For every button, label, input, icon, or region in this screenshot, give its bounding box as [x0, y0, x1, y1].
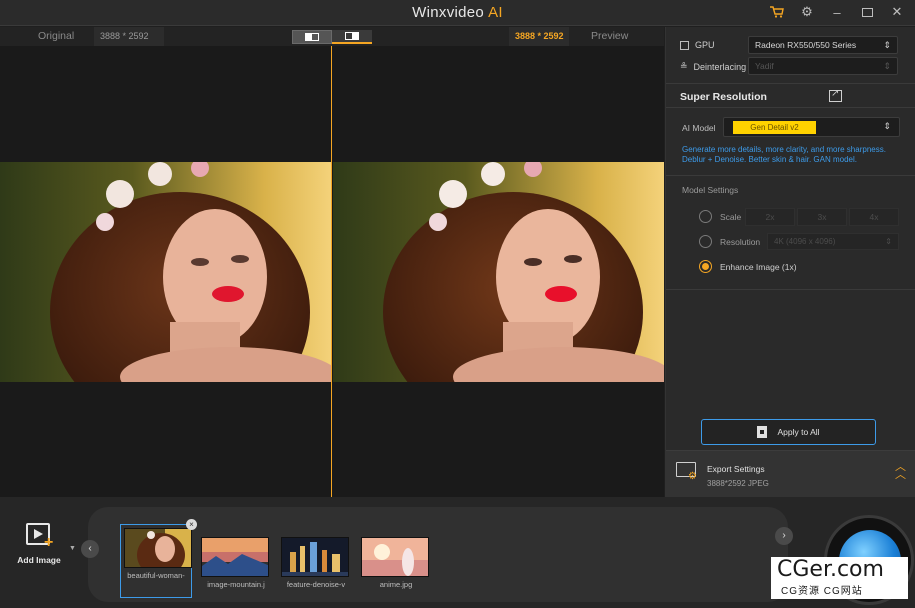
thumbnail-strip: ‹ beautiful-woman- × image-mountain.j fe…: [81, 507, 793, 602]
chevron-double-up-icon[interactable]: ︿ ︿: [895, 462, 906, 481]
title-bar: Winxvideo AI ⚙ – ✕: [0, 0, 915, 26]
app-window: Winxvideo AI ⚙ – ✕ Original 3888 * 2592 3…: [0, 0, 915, 608]
original-image: [0, 162, 331, 382]
enhance-radio[interactable]: [699, 260, 712, 273]
titlebar-controls: ⚙ – ✕: [769, 4, 905, 20]
preview-header: Original 3888 * 2592 3888 * 2592 Preview: [0, 27, 664, 46]
enhance-option[interactable]: Enhance Image (1x): [699, 260, 797, 273]
chevron-left-icon[interactable]: ‹: [81, 540, 99, 558]
scale-option[interactable]: Scale: [699, 210, 741, 223]
compare-divider[interactable]: [331, 46, 332, 497]
maximize-icon[interactable]: [859, 4, 875, 20]
deinterlacing-select-value: Yadif: [755, 61, 774, 71]
output-preview-image: [333, 162, 664, 382]
add-image-icon: + ▼: [23, 521, 76, 552]
thumbnail-image: [281, 537, 349, 577]
divider: [666, 107, 915, 108]
thumbnail-item[interactable]: anime.jpg: [361, 537, 431, 589]
side-by-side-icon: [345, 32, 359, 40]
resolution-option[interactable]: Resolution: [699, 235, 760, 248]
thumbnail-image: [361, 537, 429, 577]
thumbnail-item[interactable]: beautiful-woman- ×: [120, 519, 197, 598]
apply-to-all-button[interactable]: Apply to All: [701, 419, 876, 445]
thumbnail-item[interactable]: feature-denoise-v: [281, 537, 351, 589]
close-icon[interactable]: ✕: [889, 4, 905, 20]
scale-4x-button[interactable]: 4x: [849, 208, 899, 226]
deinterlace-icon: ≗: [680, 61, 688, 71]
export-settings-title: Export Settings: [707, 464, 765, 474]
watermark: CGer.com CG资源 CG网站: [771, 557, 908, 599]
minimize-icon[interactable]: –: [829, 4, 845, 20]
resolution-select-value: 4K (4096 x 4096): [774, 237, 836, 246]
divider: [666, 289, 915, 290]
cart-icon[interactable]: [769, 4, 785, 20]
app-title-text: Winxvideo: [412, 4, 485, 21]
gear-icon[interactable]: ⚙: [799, 4, 815, 20]
side-by-side-button[interactable]: [332, 30, 372, 44]
scale-3x-button[interactable]: 3x: [797, 208, 847, 226]
chevron-updown-icon: ⇕: [885, 237, 892, 246]
output-resolution: 3888 * 2592: [509, 27, 569, 46]
enhance-label: Enhance Image (1x): [720, 261, 797, 272]
ai-model-description: Generate more details, more clarity, and…: [682, 145, 886, 164]
ai-model-value: Gen Detail v2: [733, 121, 816, 134]
watermark-sub: CG资源 CG网站: [781, 586, 863, 597]
export-settings[interactable]: ⚙ Export Settings 3888*2592 JPEG ︿ ︿: [666, 450, 915, 497]
chevron-updown-icon: ⇕: [883, 121, 891, 131]
resolution-radio[interactable]: [699, 235, 712, 248]
model-settings-title: Model Settings: [682, 185, 739, 195]
divider: [666, 83, 915, 84]
ai-model-select[interactable]: Gen Detail v2 ⇕: [723, 117, 900, 137]
split-view-button[interactable]: [292, 30, 332, 44]
thumbnail-name: image-mountain.j: [207, 580, 265, 589]
chevron-updown-icon: ⇕: [883, 40, 891, 50]
gear-icon: ⚙: [688, 471, 697, 482]
close-icon[interactable]: ×: [186, 519, 197, 530]
watermark-main: CGer.com: [777, 557, 884, 582]
apply-icon: [757, 426, 768, 438]
divider: [666, 175, 915, 176]
settings-panel: GPU Radeon RX550/550 Series ⇕ ≗ Deinterl…: [665, 27, 915, 497]
deinterlacing-select[interactable]: Yadif ⇕: [748, 57, 898, 75]
preview-area: Original 3888 * 2592 3888 * 2592 Preview: [0, 27, 664, 497]
gpu-row: GPU: [680, 40, 715, 50]
thumbnail-name: beautiful-woman-: [127, 571, 185, 580]
preview-label: Preview: [591, 30, 629, 42]
add-image-label: Add Image: [17, 555, 61, 565]
original-resolution: 3888 * 2592: [94, 27, 164, 46]
thumbnail-image: [201, 537, 269, 577]
original-label: Original: [38, 30, 75, 42]
thumbnail-name: anime.jpg: [379, 580, 413, 589]
chevron-updown-icon: ⇕: [883, 61, 891, 71]
deinterlacing-row: ≗ Deinterlacing: [680, 61, 746, 72]
resolution-label: Resolution: [720, 236, 761, 247]
gpu-select[interactable]: Radeon RX550/550 Series ⇕: [748, 36, 898, 54]
split-view-icon: [305, 33, 319, 41]
gpu-select-value: Radeon RX550/550 Series: [755, 40, 857, 50]
scale-label: Scale: [720, 211, 742, 222]
chevron-right-icon[interactable]: ›: [775, 527, 793, 545]
thumbnail-name: feature-denoise-v: [286, 580, 346, 589]
ai-model-label: AI Model: [682, 123, 716, 133]
scale-radio[interactable]: [699, 210, 712, 223]
gpu-checkbox[interactable]: [680, 40, 689, 50]
apply-to-all-label: Apply to All: [777, 427, 820, 437]
super-resolution-title: Super Resolution: [680, 91, 767, 103]
thumbnail-image: [124, 528, 192, 568]
thumbnail-item[interactable]: image-mountain.j: [201, 537, 271, 589]
deinterlacing-label: Deinterlacing: [693, 61, 747, 72]
resolution-select[interactable]: 4K (4096 x 4096) ⇕: [767, 233, 899, 250]
scale-2x-button[interactable]: 2x: [745, 208, 795, 226]
app-title-accent: AI: [488, 4, 503, 21]
expand-icon[interactable]: [829, 88, 842, 102]
view-mode-toggle: [292, 30, 372, 44]
gpu-label: GPU: [695, 40, 715, 50]
add-image-button[interactable]: + ▼ Add Image: [14, 521, 76, 565]
export-settings-summary: 3888*2592 JPEG: [707, 479, 769, 488]
